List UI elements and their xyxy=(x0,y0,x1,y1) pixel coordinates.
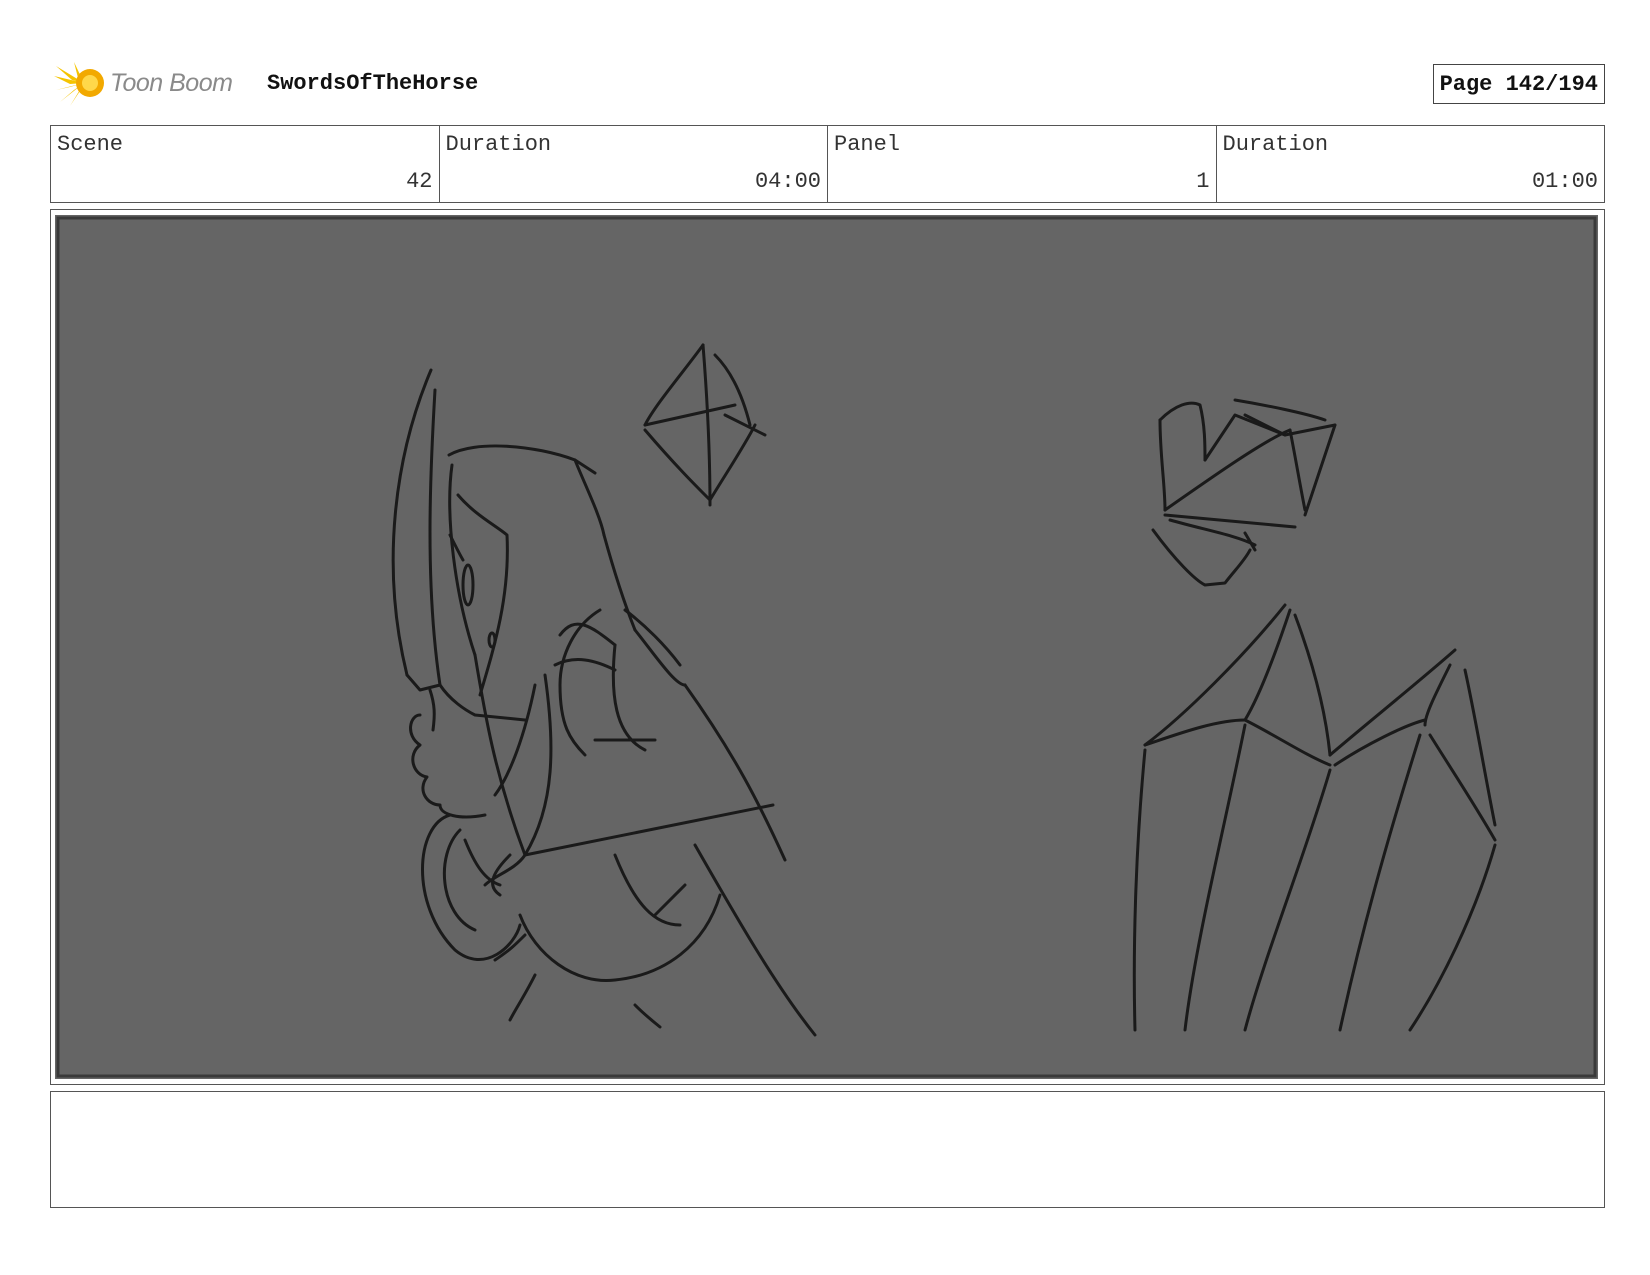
hooded-figure-sketch xyxy=(391,368,817,1037)
floating-crystal-left xyxy=(643,343,767,507)
large-crystal-formation xyxy=(1132,603,1497,1032)
logo-text: Toon Boom xyxy=(110,68,233,97)
scene-duration-label: Duration xyxy=(445,132,552,157)
floating-crystal-right xyxy=(1151,398,1337,587)
panel-inner-border xyxy=(56,216,1597,1078)
panel-notes-box xyxy=(50,1091,1605,1208)
panel-duration-label: Duration xyxy=(1222,132,1329,157)
page-indicator: Page 142/194 xyxy=(1432,64,1605,104)
sketch-drawing xyxy=(56,216,1597,1078)
scene-duration-cell: Duration 04:00 xyxy=(440,126,828,202)
storyboard-panel-frame xyxy=(50,209,1605,1085)
panel-cell: Panel 1 xyxy=(828,126,1217,202)
panel-duration-cell: Duration 01:00 xyxy=(1217,126,1605,202)
panel-label: Panel xyxy=(834,132,901,157)
storyboard-header: Toon Boom SwordsOfTheHorse Page 142/194 xyxy=(50,58,1605,108)
scene-label: Scene xyxy=(57,132,124,157)
starburst-logo-icon xyxy=(54,62,104,106)
scene-value: 42 xyxy=(406,169,433,194)
scene-duration-value: 04:00 xyxy=(754,169,821,194)
project-title: SwordsOfTheHorse xyxy=(267,71,479,96)
toon-boom-logo: Toon Boom xyxy=(54,60,254,106)
panel-drawing-canvas xyxy=(55,215,1598,1079)
panel-value: 1 xyxy=(1196,169,1210,194)
panel-duration-value: 01:00 xyxy=(1531,169,1598,194)
scene-cell: Scene 42 xyxy=(51,126,440,202)
scene-info-table: Scene 42 Duration 04:00 Panel 1 Duration… xyxy=(50,125,1605,203)
